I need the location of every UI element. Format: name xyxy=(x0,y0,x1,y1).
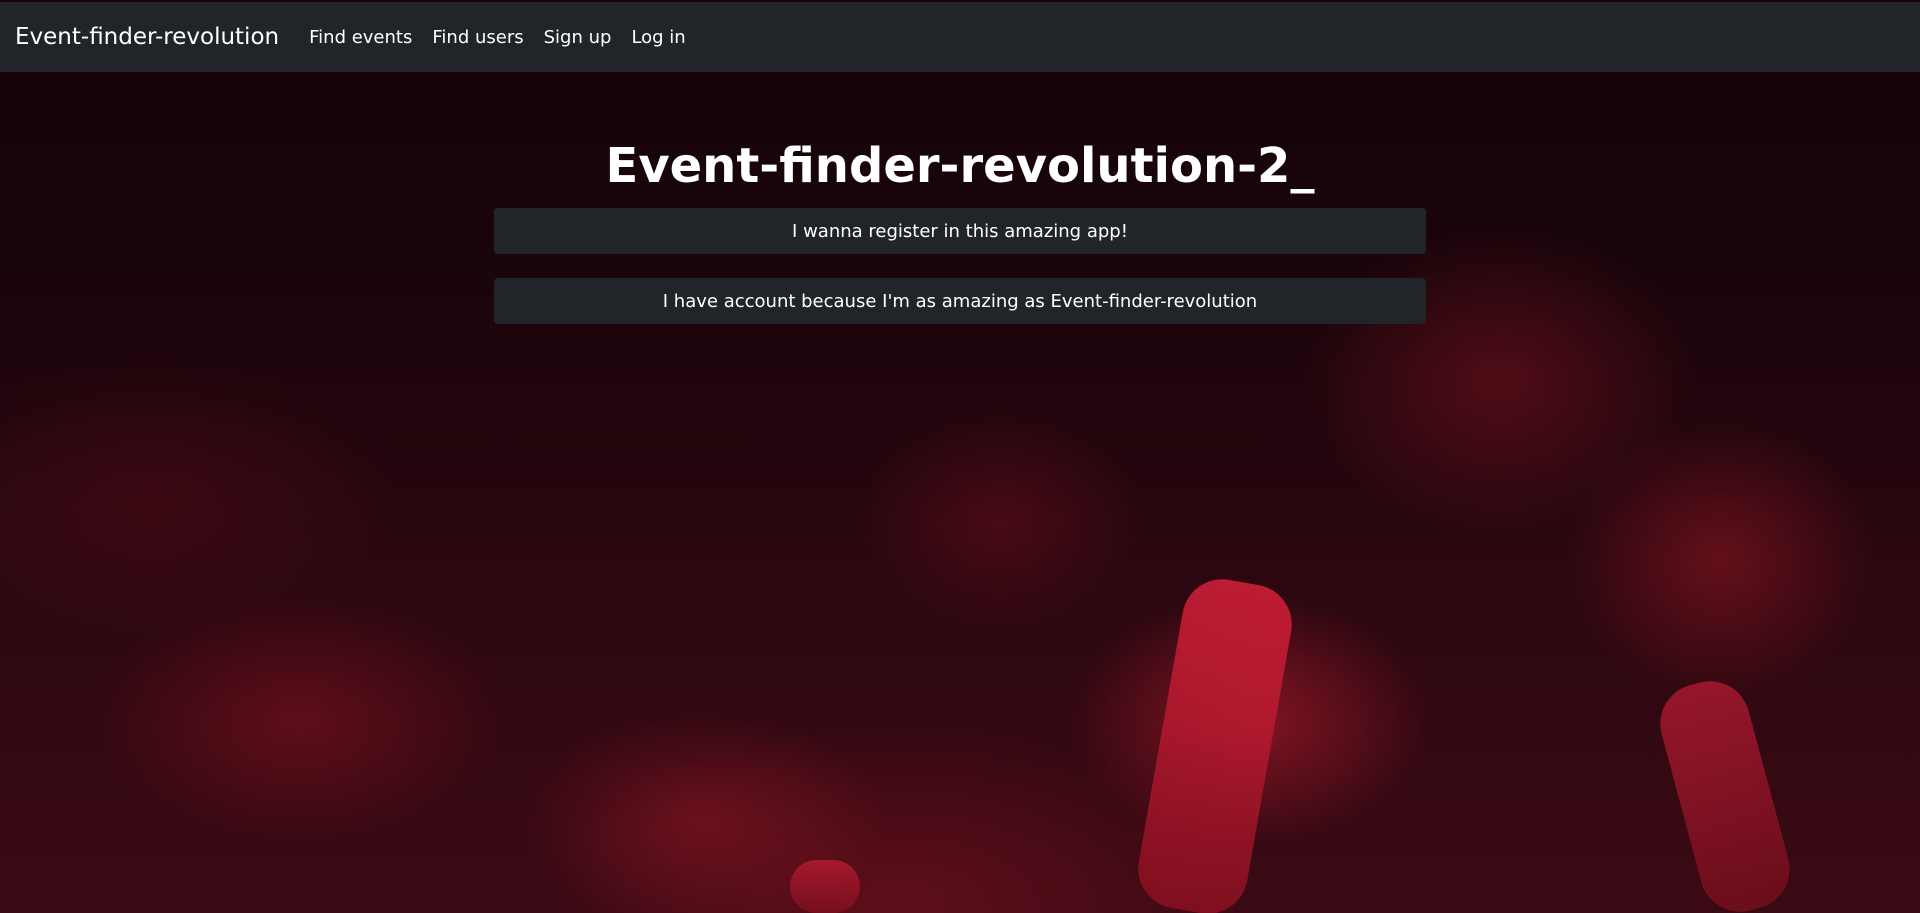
nav-find-users[interactable]: Find users xyxy=(432,27,523,48)
raised-hand-decoration xyxy=(1131,572,1299,913)
nav-find-events[interactable]: Find events xyxy=(309,27,412,48)
register-button[interactable]: I wanna register in this amazing app! xyxy=(494,208,1426,254)
raised-hand-decoration xyxy=(790,860,860,913)
nav-sign-up[interactable]: Sign up xyxy=(544,27,612,48)
brand-link[interactable]: Event-finder-revolution xyxy=(15,24,279,50)
page-title: Event-finder-revolution-2_ xyxy=(605,138,1315,194)
login-button[interactable]: I have account because I'm as amazing as… xyxy=(494,278,1426,324)
nav-log-in[interactable]: Log in xyxy=(631,27,685,48)
top-navbar: Event-finder-revolution Find events Find… xyxy=(0,2,1920,72)
main-content: Event-finder-revolution-2_ I wanna regis… xyxy=(494,120,1426,348)
raised-hand-decoration xyxy=(1651,672,1799,913)
